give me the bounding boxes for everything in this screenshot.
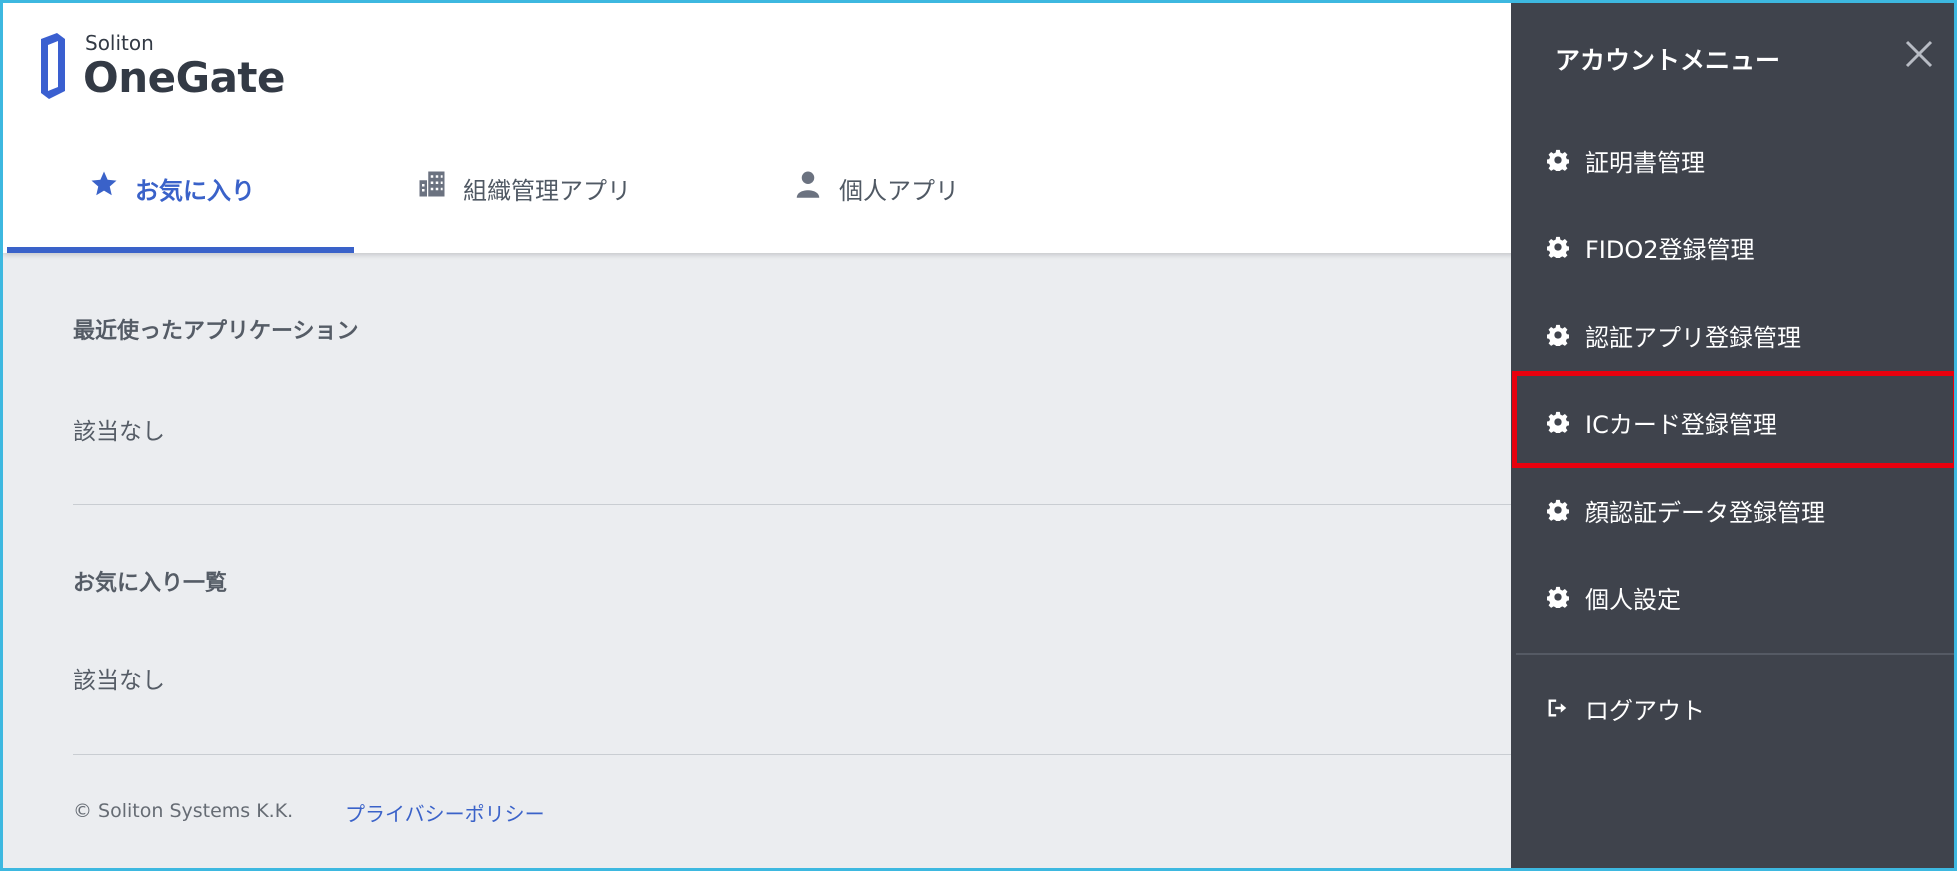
menu-item-personal-settings[interactable]: 個人設定 bbox=[1511, 553, 1954, 641]
logout-icon bbox=[1548, 699, 1567, 717]
logout-label: ログアウト bbox=[1585, 696, 1705, 725]
tab-org-apps[interactable]: 組織管理アプリ bbox=[417, 153, 631, 253]
menu-item-label: 個人設定 bbox=[1585, 585, 1681, 614]
tab-favorites-label: お気に入り bbox=[135, 177, 255, 205]
active-tab-indicator bbox=[7, 247, 354, 253]
menu-item-auth-app[interactable]: 認証アプリ登録管理 bbox=[1511, 291, 1954, 379]
gear-icon bbox=[1547, 499, 1569, 521]
star-icon bbox=[91, 171, 117, 196]
gear-icon bbox=[1547, 324, 1569, 346]
copyright-text: © Soliton Systems K.K. bbox=[73, 800, 294, 822]
account-menu-title: アカウントメニュー bbox=[1555, 46, 1781, 75]
gear-icon bbox=[1547, 411, 1569, 433]
logo-small-text: Soliton bbox=[85, 31, 154, 55]
menu-item-label: ICカード登録管理 bbox=[1585, 410, 1777, 439]
menu-item-ic-card[interactable]: ICカード登録管理 bbox=[1511, 378, 1954, 466]
tab-favorites[interactable]: お気に入り bbox=[89, 153, 255, 253]
tab-personal-apps-label: 個人アプリ bbox=[839, 177, 959, 205]
onegate-logo-mark-icon bbox=[41, 33, 65, 99]
account-menu: アカウントメニュー 証明書管理 FIDO2登録管理 認証アプリ登録管理 ICカー… bbox=[1511, 3, 1954, 868]
logo[interactable]: Soliton OneGate bbox=[37, 27, 285, 107]
recent-apps-empty: 該当なし bbox=[73, 419, 165, 445]
menu-item-label: 顔認証データ登録管理 bbox=[1585, 498, 1825, 527]
menu-item-face-auth[interactable]: 顔認証データ登録管理 bbox=[1511, 466, 1954, 554]
menu-item-label: 証明書管理 bbox=[1585, 148, 1705, 177]
favorites-list-title: お気に入り一覧 bbox=[73, 571, 228, 596]
privacy-policy-link[interactable]: プライバシーポリシー bbox=[345, 798, 545, 827]
menu-divider bbox=[1516, 653, 1954, 655]
footer-divider bbox=[73, 754, 1513, 755]
gear-icon bbox=[1547, 149, 1569, 171]
logo-big-text: OneGate bbox=[83, 53, 285, 102]
favorites-list-empty: 該当なし bbox=[73, 668, 165, 694]
section-divider bbox=[73, 504, 1513, 505]
tab-org-apps-label: 組織管理アプリ bbox=[463, 177, 631, 205]
menu-item-label: FIDO2登録管理 bbox=[1585, 235, 1755, 264]
tab-personal-apps[interactable]: 個人アプリ bbox=[793, 153, 959, 253]
gear-icon bbox=[1547, 236, 1569, 258]
menu-item-fido2[interactable]: FIDO2登録管理 bbox=[1511, 203, 1954, 291]
close-icon[interactable] bbox=[1902, 37, 1936, 71]
menu-item-logout[interactable]: ログアウト bbox=[1511, 664, 1954, 752]
recent-apps-title: 最近使ったアプリケーション bbox=[73, 319, 359, 344]
menu-item-certificates[interactable]: 証明書管理 bbox=[1511, 116, 1954, 204]
person-icon bbox=[796, 171, 820, 198]
menu-item-label: 認証アプリ登録管理 bbox=[1585, 323, 1801, 352]
building-icon bbox=[419, 171, 445, 197]
app-frame: Soliton OneGate お気に入り 組織管理アプリ 個人アプリ 最近使っ… bbox=[0, 0, 1957, 871]
gear-icon bbox=[1547, 586, 1569, 608]
